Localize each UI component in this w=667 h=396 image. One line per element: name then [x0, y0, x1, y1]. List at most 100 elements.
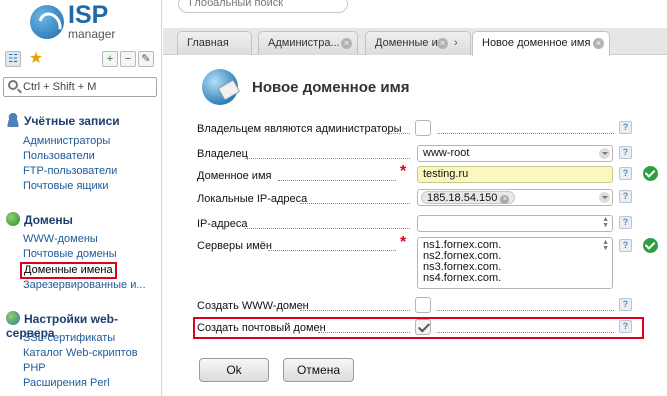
close-icon[interactable]: × [593, 38, 604, 49]
dotted-leader [318, 332, 410, 333]
section-domains[interactable]: Домены [6, 212, 73, 230]
global-search[interactable] [178, 0, 348, 13]
local-ips-select[interactable]: 185.18.54.150 × [417, 189, 613, 206]
sidebar-search[interactable] [3, 77, 157, 97]
sidebar-item-php[interactable]: PHP [23, 362, 46, 375]
owner-select[interactable]: www-root [417, 145, 613, 162]
globe-icon [6, 212, 20, 226]
tab-home-label: Главная [187, 37, 229, 49]
tab-administrators-label: Администра... [268, 37, 340, 49]
help-icon[interactable]: ? [619, 190, 632, 203]
sidebar-item-administrators[interactable]: Администраторы [23, 135, 110, 148]
help-icon[interactable]: ? [619, 146, 632, 159]
required-marker: * [400, 163, 407, 180]
section-accounts[interactable]: Учётные записи [6, 113, 120, 131]
chevron-right-icon: › [454, 37, 458, 49]
section-domains-title: Домены [24, 213, 73, 227]
sidebar-item-mailboxes[interactable]: Почтовые ящики [23, 180, 109, 193]
help-icon[interactable]: ? [619, 320, 632, 333]
name-servers-textarea[interactable]: ns1.fornex.com. ns2.fornex.com. ns3.forn… [417, 237, 613, 289]
ip-addresses-input[interactable]: ▲ ▼ [417, 215, 613, 232]
dotted-leader [278, 180, 396, 181]
owner-label: Владелец [197, 148, 248, 160]
tab-bar: Главная Администра... × Доменные и... × … [163, 28, 667, 56]
help-icon[interactable]: ? [619, 216, 632, 229]
sidebar-item-perl[interactable]: Расширения Perl [23, 377, 110, 390]
sidebar: ISP manager ☷ ★ + − ✎ Учётные записи Адм… [0, 0, 162, 396]
spinner-icon: ▲ ▼ [602, 239, 609, 252]
logo-globe-icon [30, 5, 64, 39]
help-icon[interactable]: ? [619, 121, 632, 134]
domain-name-label: Доменное имя [197, 170, 272, 182]
chevron-down-icon [599, 192, 610, 203]
owner-value: www-root [423, 147, 470, 159]
collapse-all-icon[interactable]: − [120, 51, 136, 67]
tree-view-icon[interactable]: ☷ [5, 51, 21, 67]
sidebar-item-reserved[interactable]: Зарезервированные и... [23, 279, 146, 292]
expand-all-icon[interactable]: + [102, 51, 118, 67]
help-icon[interactable]: ? [619, 239, 632, 252]
dotted-leader [245, 158, 410, 159]
sidebar-item-www-domains[interactable]: WWW-домены [23, 233, 98, 246]
help-icon[interactable]: ? [619, 167, 632, 180]
section-accounts-title: Учётные записи [24, 114, 120, 128]
chevron-down-icon [599, 148, 610, 159]
remove-chip-icon[interactable]: × [500, 195, 510, 204]
name-servers-label: Серверы имён [197, 240, 272, 252]
dotted-leader [437, 332, 614, 333]
domain-name-input[interactable]: testing.ru [417, 166, 613, 183]
dotted-leader [245, 228, 410, 229]
sidebar-item-ssl[interactable]: SSL-сертификаты [23, 332, 115, 345]
users-icon [6, 113, 20, 127]
dotted-leader [385, 133, 410, 134]
owners-admins-label: Владельцем являются администраторы [197, 123, 402, 135]
create-mail-checkbox[interactable] [415, 319, 431, 335]
tab-new-domain-name-label: Новое доменное имя [482, 37, 591, 49]
ip-addresses-label: IP-адреса [197, 218, 248, 230]
pin-icon[interactable]: ✎ [138, 51, 154, 67]
dotted-leader [300, 203, 410, 204]
favorites-star-icon[interactable]: ★ [28, 51, 44, 67]
dotted-leader [437, 133, 614, 134]
domain-name-icon [202, 67, 242, 107]
valid-check-icon [643, 238, 658, 253]
ip-chip: 185.18.54.150 × [421, 191, 516, 204]
valid-check-icon [643, 166, 658, 181]
owners-admins-checkbox[interactable] [415, 120, 431, 136]
help-icon[interactable]: ? [619, 298, 632, 311]
tab-domain-names[interactable]: Доменные и... × › [365, 31, 471, 55]
dotted-leader [268, 250, 396, 251]
create-www-checkbox[interactable] [415, 297, 431, 313]
sidebar-item-mail-domains[interactable]: Почтовые домены [23, 248, 117, 261]
tab-administrators[interactable]: Администра... × [258, 31, 358, 55]
app-logo[interactable]: ISP manager [30, 1, 140, 43]
close-icon[interactable]: × [437, 38, 448, 49]
create-mail-label: Создать почтовый домен [197, 322, 326, 334]
sidebar-item-domain-names[interactable]: Доменные имена [20, 262, 117, 279]
spinner-icon: ▲ ▼ [602, 216, 609, 229]
logo-sub: manager [68, 27, 116, 41]
dotted-leader [300, 310, 410, 311]
section-web-settings[interactable]: Настройки web-сервера [6, 311, 161, 340]
sidebar-item-web-scripts[interactable]: Каталог Web-скриптов [23, 347, 138, 360]
logo-brand: ISP [68, 1, 109, 29]
dotted-leader [437, 310, 614, 311]
ok-button[interactable]: Ok [199, 358, 269, 382]
required-marker: * [400, 234, 407, 251]
tab-home[interactable]: Главная [177, 31, 252, 55]
sidebar-search-input[interactable] [23, 80, 153, 94]
sidebar-item-users[interactable]: Пользователи [23, 150, 95, 163]
local-ips-label: Локальные IP-адреса [197, 193, 308, 205]
name-server-line: ns4.fornex.com. [423, 272, 502, 284]
page-title: Новое доменное имя [252, 79, 410, 96]
close-icon[interactable]: × [341, 38, 352, 49]
sidebar-item-ftp-users[interactable]: FTP-пользователи [23, 165, 117, 178]
tab-new-domain-name[interactable]: Новое доменное имя × [472, 31, 610, 56]
search-icon [8, 80, 18, 90]
cancel-button[interactable]: Отмена [283, 358, 354, 382]
ip-chip-label: 185.18.54.150 [427, 192, 498, 204]
web-settings-icon [6, 311, 20, 325]
global-search-input[interactable] [189, 0, 339, 10]
domain-name-value: testing.ru [423, 168, 469, 180]
create-www-label: Создать WWW-домен [197, 300, 309, 312]
